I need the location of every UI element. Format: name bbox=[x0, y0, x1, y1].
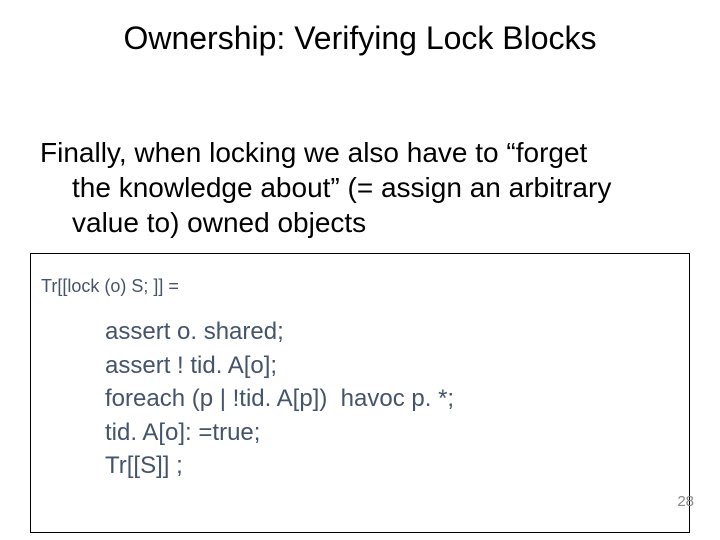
slide-title: Ownership: Verifying Lock Blocks bbox=[0, 20, 720, 57]
code-line: tid. A[o]: =true; bbox=[105, 416, 679, 450]
code-line: assert o. shared; bbox=[105, 315, 679, 349]
para-line-3: value to) owned objects bbox=[40, 205, 680, 240]
code-lines: assert o. shared; assert ! tid. A[o]; fo… bbox=[41, 315, 679, 483]
code-header: Tr[[lock (o) S; ]] = bbox=[41, 276, 679, 297]
body-paragraph: Finally, when locking we also have to “f… bbox=[40, 135, 680, 240]
code-line: assert ! tid. A[o]; bbox=[105, 349, 679, 383]
code-line: Tr[[S]] ; bbox=[105, 449, 679, 483]
para-line-2: the knowledge about” (= assign an arbitr… bbox=[40, 170, 680, 205]
para-line-1: Finally, when locking we also have to “f… bbox=[40, 137, 587, 168]
slide: Ownership: Verifying Lock Blocks Finally… bbox=[0, 0, 720, 540]
code-line: foreach (p | !tid. A[p]) havoc p. *; bbox=[105, 382, 679, 416]
code-box: Tr[[lock (o) S; ]] = assert o. shared; a… bbox=[30, 253, 690, 533]
page-number: 28 bbox=[677, 493, 694, 510]
